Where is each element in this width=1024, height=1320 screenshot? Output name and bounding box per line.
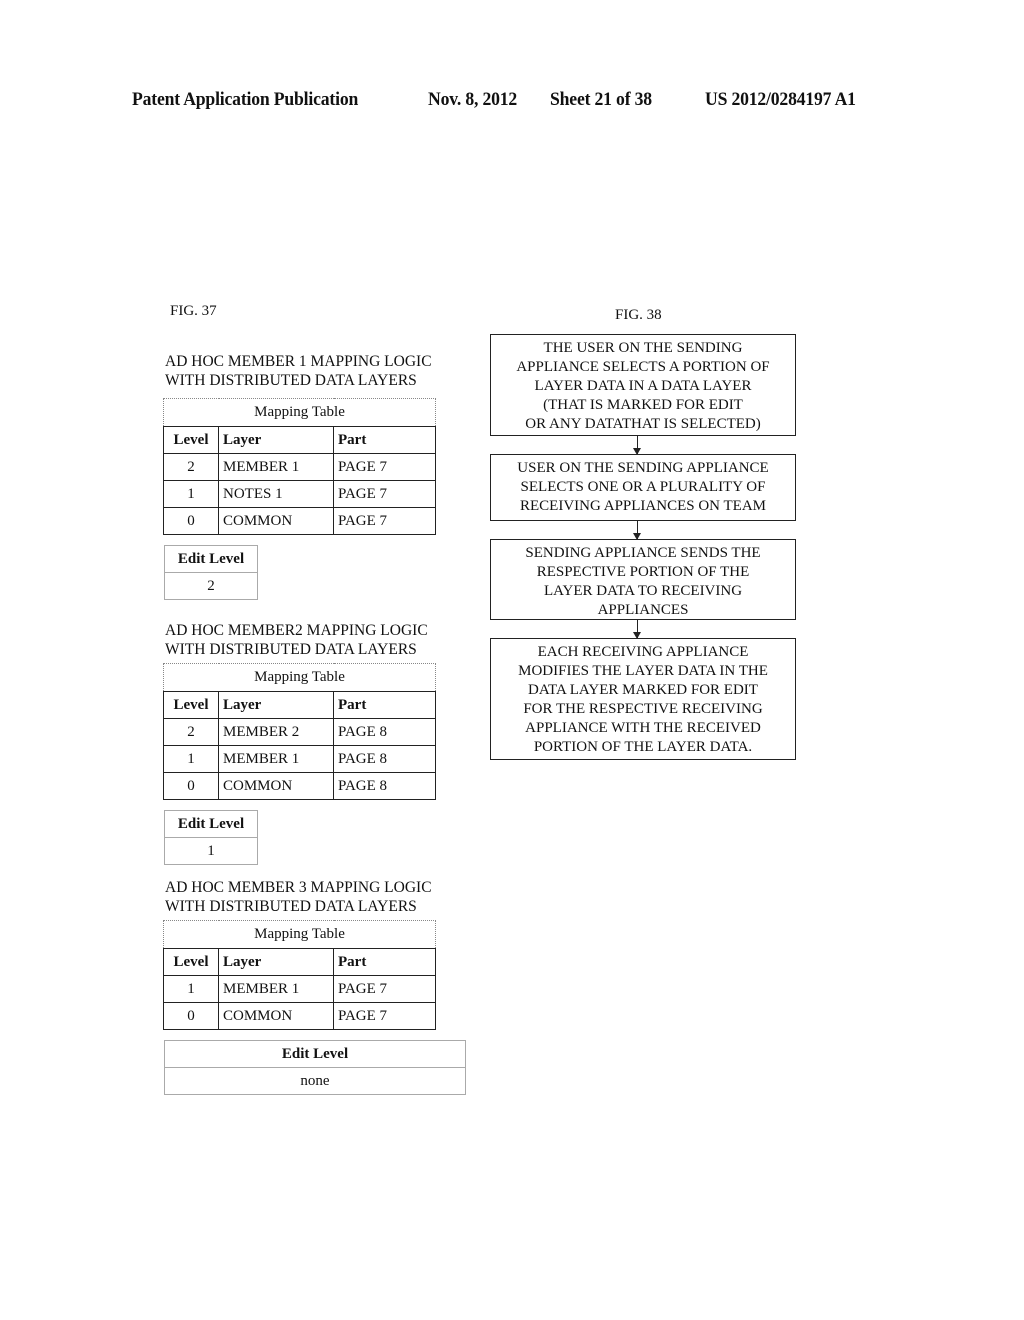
part-cell: PAGE 7: [333, 453, 436, 481]
table-header-row: Level Layer Part: [163, 948, 436, 976]
level-cell: 1: [163, 745, 219, 773]
publication-title: Patent Application Publication: [132, 89, 359, 110]
flow-step-modify-layer: EACH RECEIVING APPLIANCE MODIFIES THE LA…: [490, 638, 796, 760]
layer-cell: MEMBER 2: [218, 718, 334, 746]
caption-line: WITH DISTRIBUTED DATA LAYERS: [165, 898, 417, 915]
layer-cell: MEMBER 1: [218, 453, 334, 481]
column-header: Layer: [218, 948, 334, 976]
member1-mapping-table: Mapping Table Level Layer Part 2 MEMBER …: [163, 398, 436, 535]
edit-level-value: 2: [164, 572, 258, 600]
member3-caption: AD HOC MEMBER 3 MAPPING LOGIC WITH DISTR…: [165, 878, 432, 916]
column-header: Layer: [218, 426, 334, 454]
table-row: 0 COMMON PAGE 8: [163, 772, 436, 800]
member2-edit-level-table: Edit Level 1: [164, 810, 258, 865]
layer-cell: MEMBER 1: [218, 975, 334, 1003]
sheet-number: Sheet 21 of 38: [550, 89, 652, 110]
member2-mapping-table: Mapping Table Level Layer Part 2 MEMBER …: [163, 663, 436, 800]
table-title: Mapping Table: [163, 398, 436, 427]
column-header: Part: [333, 691, 436, 719]
part-cell: PAGE 8: [333, 772, 436, 800]
column-header: Level: [163, 691, 219, 719]
table-row: 1 MEMBER 1 PAGE 7: [163, 975, 436, 1003]
part-cell: PAGE 8: [333, 718, 436, 746]
edit-level-label: Edit Level: [164, 810, 258, 838]
caption-line: AD HOC MEMBER 1 MAPPING LOGIC: [165, 353, 432, 370]
column-header: Layer: [218, 691, 334, 719]
fig38-label: FIG. 38: [615, 307, 662, 323]
member1-edit-level-table: Edit Level 2: [164, 545, 258, 600]
flow-arrow-icon: [633, 436, 641, 455]
part-cell: PAGE 8: [333, 745, 436, 773]
caption-line: AD HOC MEMBER2 MAPPING LOGIC: [165, 622, 428, 639]
member3-edit-level-table: Edit Level none: [164, 1040, 466, 1095]
flow-step-select-portion: THE USER ON THE SENDING APPLIANCE SELECT…: [490, 334, 796, 436]
flow-arrow-icon: [633, 521, 641, 540]
layer-cell: COMMON: [218, 1002, 334, 1030]
table-row: 0 COMMON PAGE 7: [163, 507, 436, 535]
edit-level-label: Edit Level: [164, 1040, 466, 1068]
table-row: 2 MEMBER 1 PAGE 7: [163, 453, 436, 481]
layer-cell: COMMON: [218, 772, 334, 800]
table-row: 0 COMMON PAGE 7: [163, 1002, 436, 1030]
fig37-label: FIG. 37: [170, 303, 217, 319]
caption-line: AD HOC MEMBER 3 MAPPING LOGIC: [165, 879, 432, 896]
column-header: Level: [163, 426, 219, 454]
edit-level-label: Edit Level: [164, 545, 258, 573]
member2-caption: AD HOC MEMBER2 MAPPING LOGIC WITH DISTRI…: [165, 621, 428, 659]
level-cell: 2: [163, 718, 219, 746]
part-cell: PAGE 7: [333, 480, 436, 508]
flow-step-select-receivers: USER ON THE SENDING APPLIANCE SELECTS ON…: [490, 454, 796, 521]
caption-line: WITH DISTRIBUTED DATA LAYERS: [165, 641, 417, 658]
level-cell: 0: [163, 507, 219, 535]
layer-cell: COMMON: [218, 507, 334, 535]
level-cell: 0: [163, 1002, 219, 1030]
layer-cell: NOTES 1: [218, 480, 334, 508]
table-row: 1 MEMBER 1 PAGE 8: [163, 745, 436, 773]
level-cell: 1: [163, 975, 219, 1003]
edit-level-value: 1: [164, 837, 258, 865]
member1-caption: AD HOC MEMBER 1 MAPPING LOGIC WITH DISTR…: [165, 352, 432, 390]
table-title: Mapping Table: [163, 920, 436, 949]
table-row: 1 NOTES 1 PAGE 7: [163, 480, 436, 508]
flow-arrow-icon: [633, 620, 641, 639]
table-row: 2 MEMBER 2 PAGE 8: [163, 718, 436, 746]
level-cell: 0: [163, 772, 219, 800]
part-cell: PAGE 7: [333, 507, 436, 535]
part-cell: PAGE 7: [333, 1002, 436, 1030]
part-cell: PAGE 7: [333, 975, 436, 1003]
table-title: Mapping Table: [163, 663, 436, 692]
publication-date: Nov. 8, 2012: [428, 89, 518, 110]
member3-mapping-table: Mapping Table Level Layer Part 1 MEMBER …: [163, 920, 436, 1030]
column-header: Part: [333, 948, 436, 976]
patent-number: US 2012/0284197 A1: [705, 89, 856, 110]
edit-level-value: none: [164, 1067, 466, 1095]
column-header: Level: [163, 948, 219, 976]
flow-step-send-portion: SENDING APPLIANCE SENDS THE RESPECTIVE P…: [490, 539, 796, 620]
caption-line: WITH DISTRIBUTED DATA LAYERS: [165, 372, 417, 389]
table-header-row: Level Layer Part: [163, 691, 436, 719]
table-header-row: Level Layer Part: [163, 426, 436, 454]
level-cell: 1: [163, 480, 219, 508]
level-cell: 2: [163, 453, 219, 481]
column-header: Part: [333, 426, 436, 454]
layer-cell: MEMBER 1: [218, 745, 334, 773]
